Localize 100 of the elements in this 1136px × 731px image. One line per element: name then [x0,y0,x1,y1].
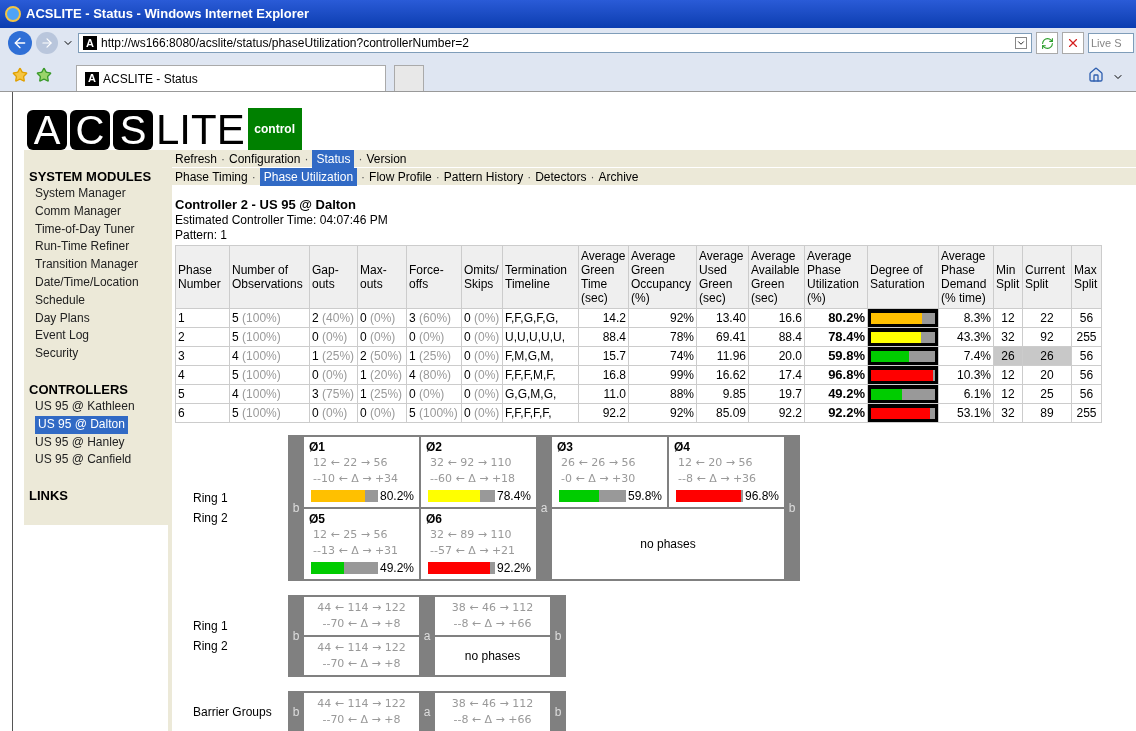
table-cell: 12 [993,308,1023,328]
table-cell: 69.41 [696,327,749,347]
table-cell: F,F,F,F,F, [502,403,579,423]
tab-title: ACSLITE - Status [103,70,198,88]
phase-name: Ø2 [426,440,443,455]
split-text: 44 ← 114 → 122 [317,640,406,656]
table-cell: 20.0 [748,346,805,366]
table-cell: 3 [175,346,230,366]
address-field[interactable]: A http://ws166:8080/acslite/status/phaseUtilization?controllerNumber=2 [78,33,1032,53]
nav-link[interactable]: Detectors [535,167,587,186]
sidebar-item[interactable]: US 95 @ Hanley [35,433,125,452]
column-header: Average Green Time (sec) [578,245,629,309]
table-cell: 78.4% [804,327,868,347]
column-header: Max Split [1071,245,1102,309]
table-cell: 56 [1071,346,1102,366]
browser-tab[interactable]: A ACSLITE - Status [76,65,386,91]
table-cell: 80.2% [804,308,868,328]
logo-letter: C [70,110,110,150]
table-cell: 1 (25%) [406,346,462,366]
table-cell: 0 (0%) [357,403,407,423]
delta-text: --70 ← Δ → +8 [322,656,401,672]
phase-name: Ø1 [309,440,326,455]
nav-link[interactable]: Version [366,149,407,168]
table-cell: 10.3% [938,365,994,385]
sidebar-item[interactable]: Security [35,345,79,363]
nav-link[interactable]: Phase Timing [175,167,248,186]
controller-time: Estimated Controller Time: 04:07:46 PM [175,213,389,228]
table-cell: 5 (100%) [229,327,310,347]
table-cell: 0 (0%) [357,308,407,328]
split-text: 44 ← 114 → 122 [317,600,406,616]
sidebar-item[interactable]: Transition Manager [35,256,138,274]
table-cell: 16.6 [748,308,805,328]
nav-link[interactable]: Pattern History [443,167,524,186]
table-cell: 92% [628,308,697,328]
phase-name: Ø5 [309,512,326,527]
sidebar-item[interactable]: US 95 @ Dalton [35,415,128,434]
table-cell: F,M,G,M, [502,346,579,366]
table-cell: 0 (0%) [406,384,462,404]
url-text: http://ws166:8080/acslite/status/phaseUtilization?controllerNumber=2 [101,35,469,52]
sidebar-item[interactable]: System Manager [35,185,126,203]
nav-link[interactable]: Flow Profile [369,167,432,186]
dropdown-icon[interactable] [1015,37,1027,49]
search-field[interactable]: Live S [1088,33,1134,53]
column-header: Average Available Green (sec) [748,245,805,309]
table-cell: 1 (20%) [357,365,407,385]
stop-button[interactable] [1062,32,1084,54]
split-text: 44 ← 114 → 122 [317,696,406,712]
sidebar-item[interactable]: Schedule [35,291,86,310]
nav-separator: · [589,168,596,186]
sidebar-item[interactable]: US 95 @ Canfield [35,451,132,470]
nav-link[interactable]: Status [312,149,355,168]
table-cell: F,F,F,M,F, [502,365,579,385]
split-text: 12 ← 20 → 56 [678,455,754,471]
table-cell: 0 (0%) [461,365,503,385]
table-cell: 1 (25%) [357,384,407,404]
utilization-reading: 49.2% [379,560,414,577]
table-cell: G,G,M,G, [502,384,579,404]
table-cell: 15.7 [578,346,629,366]
sidebar-item[interactable]: Time-of-Day Tuner [35,220,135,239]
table-cell: 0 (0%) [309,327,358,347]
table-cell: 16.8 [578,365,629,385]
sidebar-heading: CONTROLLERS [29,380,129,398]
sidebar-item[interactable]: Run-Time Refiner [35,238,130,257]
logo-letter: A [27,110,67,150]
delta-text: --8 ← Δ → +36 [678,471,758,487]
back-button[interactable] [8,31,32,55]
column-header: Force- offs [406,245,462,309]
sidebar-item[interactable]: US 95 @ Kathleen [35,397,135,416]
add-favorite-icon[interactable] [36,67,52,83]
nav-link[interactable]: Configuration [229,149,301,168]
table-cell: 32 [993,327,1023,347]
table-cell: 89 [1022,403,1072,423]
table-cell: 19.7 [748,384,805,404]
close-icon [1066,36,1080,50]
table-cell: 4 [175,365,230,385]
nav-separator: · [526,168,533,186]
utilization-reading: 78.4% [496,488,531,505]
ring-label: Barrier Groups [193,704,272,721]
nav-link[interactable]: Archive [598,167,639,186]
table-cell: 88% [628,384,697,404]
table-cell: 92.2% [804,403,868,423]
column-header: Average Green Occupancy (%) [628,245,697,309]
table-cell: 96.8% [804,365,868,385]
sidebar-item[interactable]: Date/Time/Location [35,274,139,292]
table-cell: 4 (100%) [229,346,310,366]
no-phases-text: no phases [640,536,696,553]
nav-separator: · [250,168,257,186]
table-cell: 0 (0%) [461,346,503,366]
logo-letter: S [113,110,153,150]
split-text: 32 ← 92 → 110 [430,455,513,471]
utilization-reading: 92.2% [496,560,531,577]
table-cell: 74% [628,346,697,366]
sidebar-item[interactable]: Day Plans [35,309,90,328]
refresh-button[interactable] [1036,32,1058,54]
nav-link[interactable]: Refresh [175,149,218,168]
table-cell: 0 (0%) [309,365,358,385]
window-title: ACSLITE - Status - Windows Internet Explorer [26,5,310,24]
sidebar-item[interactable]: Comm Manager [35,202,122,221]
home-icon[interactable] [1088,67,1104,83]
sidebar-item[interactable]: Event Log [35,327,90,346]
